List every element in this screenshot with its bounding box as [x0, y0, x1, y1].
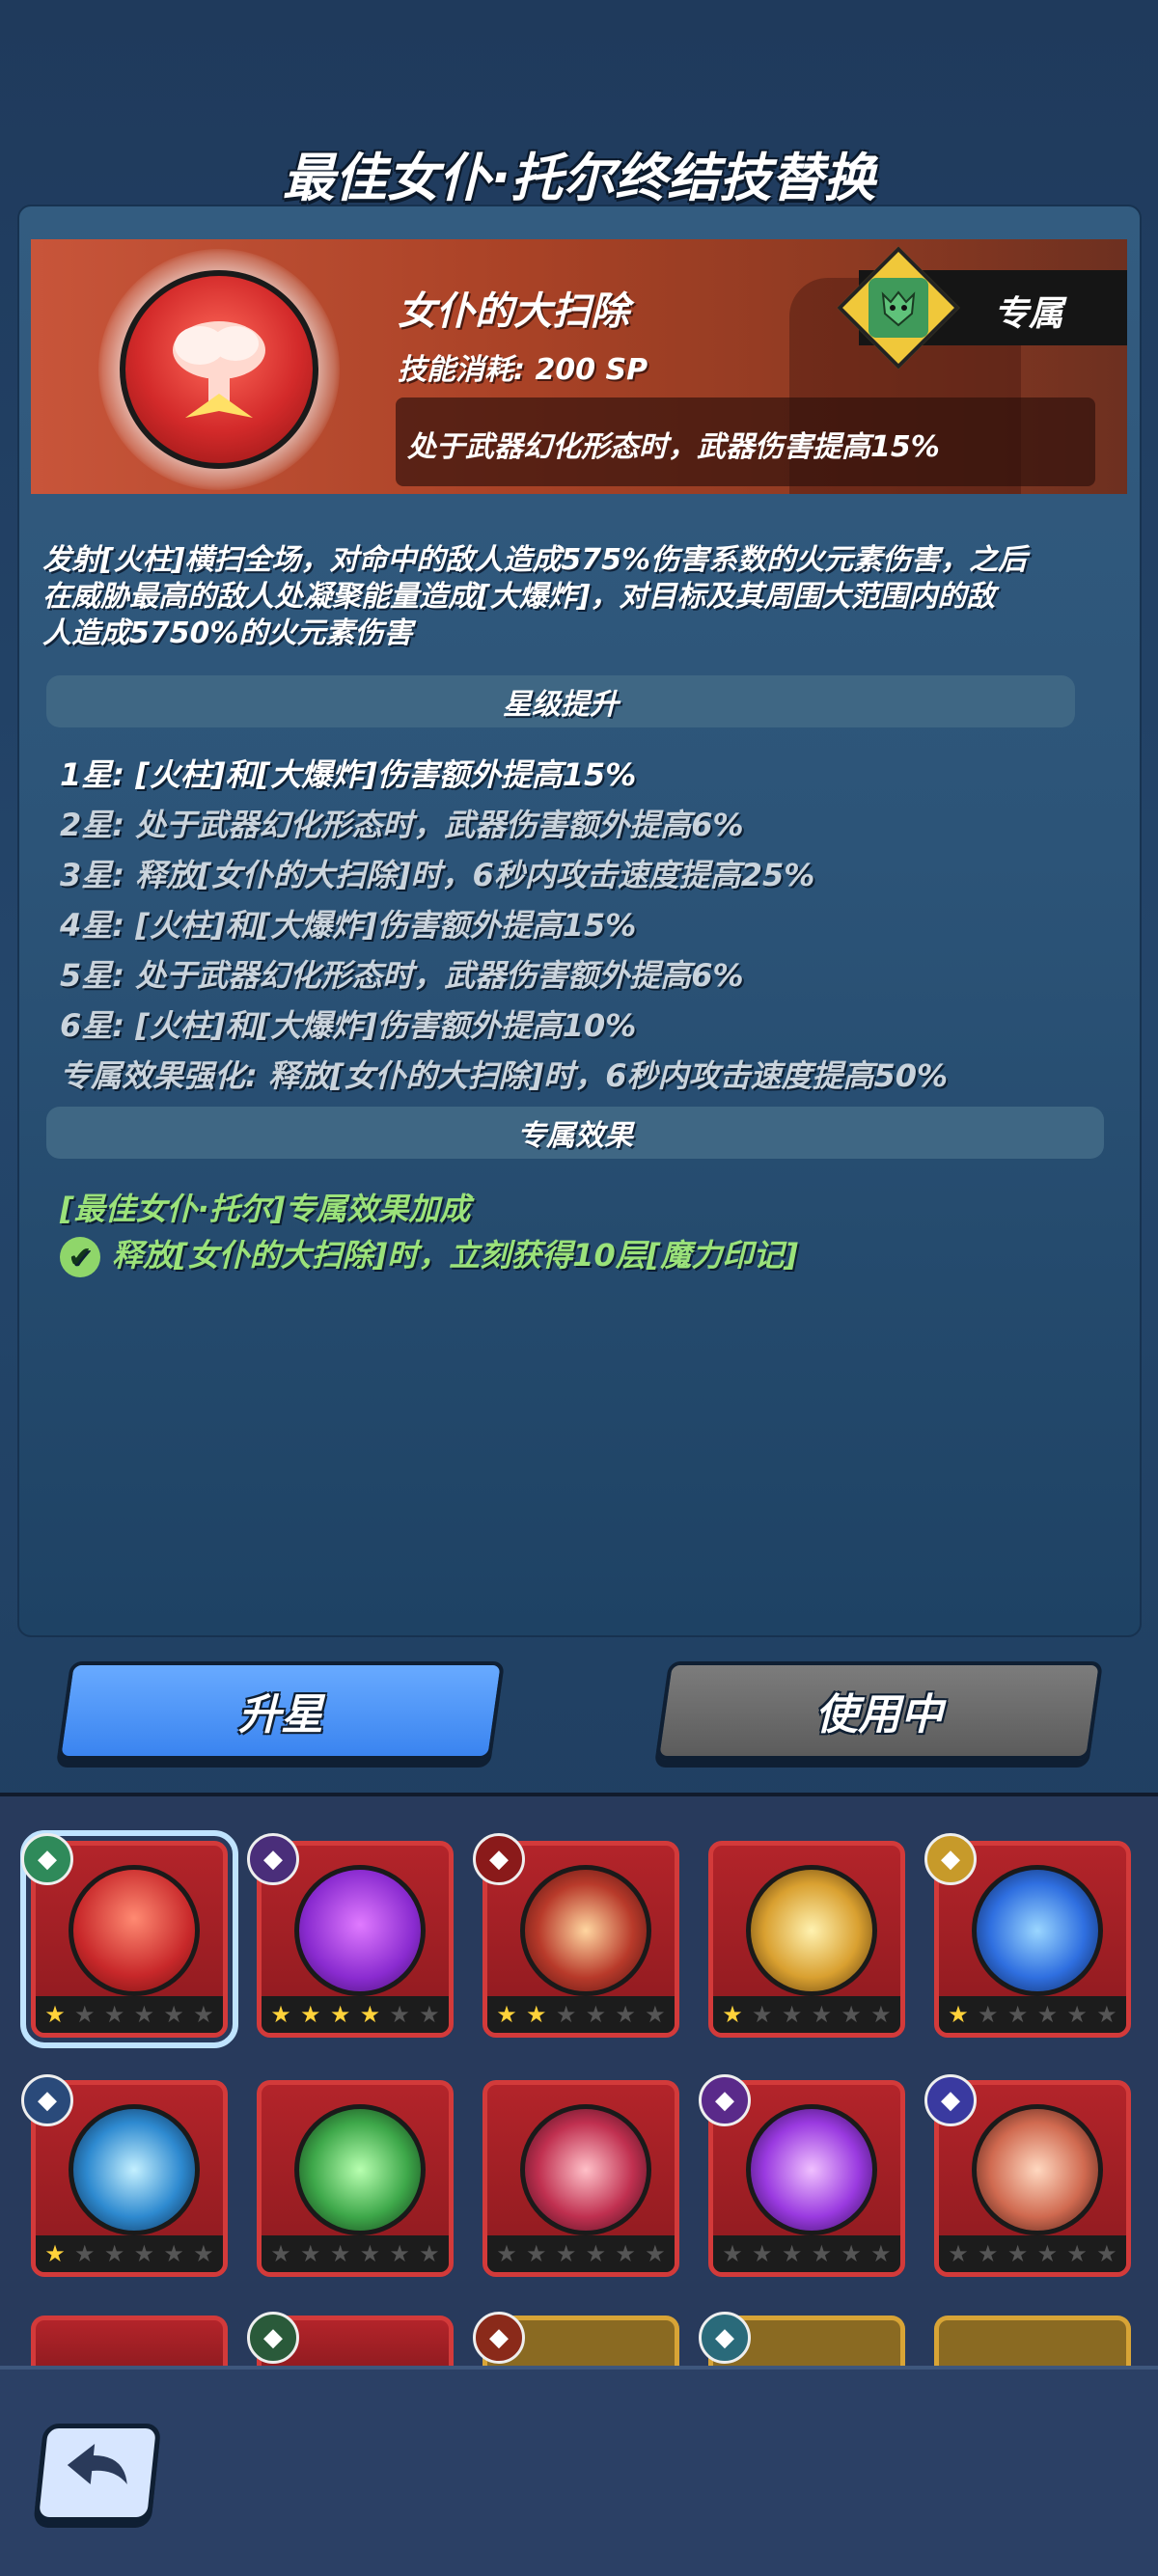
in-use-label: 使用中	[815, 1690, 943, 1740]
star-line-2: 2星: 处于武器幻化形态时，武器伤害额外提高6%	[60, 807, 744, 843]
dragon-badge-icon: ◆	[21, 1833, 73, 1885]
star-rating: ★ ★ ★ ★ ★ ★	[487, 1996, 675, 2033]
star-line-4: 4星: [火柱]和[大爆炸]伤害额外提高15%	[60, 907, 637, 944]
star-upgrade-header: 星级提升	[46, 675, 1075, 727]
skill-icon-glow	[98, 249, 340, 490]
purple-wing-badge-icon: ◆	[699, 2074, 751, 2126]
skill-card-partial[interactable]	[31, 2316, 228, 2373]
blue-beast-icon	[972, 1865, 1103, 1996]
star-line-3: 3星: 释放[女仆的大扫除]时，6秒内攻击速度提高25%	[60, 857, 815, 893]
star-rating: ★ ★ ★ ★ ★ ★	[262, 1996, 449, 2033]
back-arrow-icon	[55, 2436, 140, 2509]
fire-pillar-icon	[520, 1865, 651, 1996]
purple-character-badge-icon: ◆	[247, 1833, 299, 1885]
upgrade-star-label: 升星	[238, 1690, 323, 1740]
teal-character-badge-icon: ◆	[699, 2312, 751, 2364]
skill-cost: 技能消耗: 200 SP	[398, 353, 648, 387]
star-rating: ★ ★ ★ ★ ★ ★	[36, 2235, 223, 2272]
explosion-icon	[69, 1865, 200, 1996]
skill-card-partial[interactable]	[934, 2316, 1131, 2373]
skill-card-flower[interactable]: ★ ★ ★ ★ ★ ★	[482, 2080, 679, 2277]
skill-card-green-cloak[interactable]: ★ ★ ★ ★ ★ ★	[257, 2080, 454, 2277]
green-cloak-icon	[294, 2104, 426, 2235]
yellow-character-badge-icon: ◆	[924, 1833, 977, 1885]
skill-description: 发射[火柱]横扫全场，对命中的敌人造成575%伤害系数的火元素伤害，之后 在威胁…	[42, 542, 1123, 652]
exclusive-label: 专属	[994, 294, 1064, 334]
exclusive-bonus-effect-row: ✔ 释放[女仆的大扫除]时，立刻获得10层[魔力印记]	[60, 1231, 798, 1277]
exclusive-effect-header: 专属效果	[46, 1107, 1104, 1159]
star-rating: ★ ★ ★ ★ ★ ★	[713, 2235, 900, 2272]
yin-yang-icon	[69, 2104, 200, 2235]
star-line-5: 5星: 处于武器幻化形态时，武器伤害额外提高6%	[60, 957, 744, 994]
upgrade-star-button[interactable]: 升星	[56, 1661, 506, 1760]
red-character-badge-icon: ◆	[473, 1833, 525, 1885]
red-character-badge-icon: ◆	[473, 2312, 525, 2364]
bottom-bar	[0, 2366, 1158, 2576]
cauldron-icon	[294, 1865, 426, 1996]
exclusive-enhance-line: 专属效果强化: 释放[女仆的大扫除]时，6秒内攻击速度提高50%	[60, 1057, 949, 1094]
star-rating: ★ ★ ★ ★ ★ ★	[713, 1996, 900, 2033]
check-icon: ✔	[60, 1237, 100, 1277]
in-use-button[interactable]: 使用中	[654, 1661, 1104, 1760]
exclusive-bonus-effect: 释放[女仆的大扫除]时，立刻获得10层[魔力印记]	[112, 1237, 799, 1274]
purple-orbit-icon	[746, 2104, 877, 2235]
exclusive-bonus-title: [最佳女仆·托尔]专属效果加成	[60, 1191, 471, 1227]
star-rating: ★ ★ ★ ★ ★ ★	[939, 1996, 1126, 2033]
blue-wing-badge-icon: ◆	[924, 2074, 977, 2126]
description-line: 在威胁最高的敌人处凝聚能量造成[大爆炸]，对目标及其周围大范围内的敌	[42, 580, 996, 614]
star-line-1: 1星: [火柱]和[大爆炸]伤害额外提高15%	[60, 756, 637, 793]
lightning-icon	[746, 1865, 877, 1996]
star-rating: ★ ★ ★ ★ ★ ★	[487, 2235, 675, 2272]
description-line: 人造成5750%的火元素伤害	[42, 617, 413, 650]
skill-name: 女仆的大扫除	[398, 289, 629, 334]
planet-icon	[972, 2104, 1103, 2235]
star-rating: ★ ★ ★ ★ ★ ★	[939, 2235, 1126, 2272]
page-title: 最佳女仆·托尔终结技替换	[282, 148, 876, 208]
star-rating: ★ ★ ★ ★ ★ ★	[36, 1996, 223, 2033]
dark-character-badge-icon: ◆	[21, 2074, 73, 2126]
explosion-icon	[120, 270, 318, 469]
star-line-6: 6星: [火柱]和[大爆炸]伤害额外提高10%	[60, 1007, 637, 1044]
weapon-bonus-text: 处于武器幻化形态时，武器伤害提高15%	[407, 430, 940, 464]
flower-icon	[520, 2104, 651, 2235]
skill-card-lightning[interactable]: ★ ★ ★ ★ ★ ★	[708, 1841, 905, 2038]
green-character-badge-icon: ◆	[247, 2312, 299, 2364]
description-line: 发射[火柱]横扫全场，对命中的敌人造成575%伤害系数的火元素伤害，之后	[42, 543, 1028, 577]
star-rating: ★ ★ ★ ★ ★ ★	[262, 2235, 449, 2272]
back-button[interactable]	[33, 2424, 162, 2522]
